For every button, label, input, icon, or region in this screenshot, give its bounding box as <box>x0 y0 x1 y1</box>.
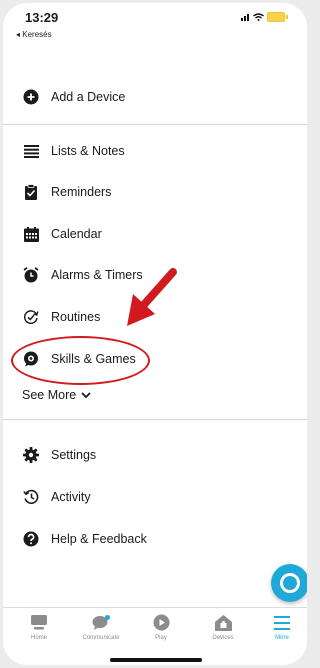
menu-item-lists-notes[interactable]: Lists & Notes <box>3 134 307 168</box>
menu-item-add-device[interactable]: Add a Device <box>3 80 307 114</box>
see-more-label: See More <box>22 388 77 402</box>
annotation-arrow-icon <box>127 268 177 326</box>
clipboard-check-icon <box>23 184 39 200</box>
menu-item-label: Add a Device <box>51 90 126 104</box>
menu-item-label: Lists & Notes <box>51 144 125 158</box>
menu-item-calendar[interactable]: Calendar <box>3 217 307 251</box>
tab-communicate[interactable]: Communicate <box>71 614 131 641</box>
home-tab-icon <box>9 614 69 631</box>
divider <box>3 124 307 125</box>
menu-item-settings[interactable]: Settings <box>3 438 307 472</box>
menu-item-label: Calendar <box>51 227 102 241</box>
question-circle-icon <box>23 531 39 547</box>
routines-icon <box>23 309 39 325</box>
plus-circle-icon <box>23 89 39 105</box>
chevron-down-icon <box>81 391 91 398</box>
list-icon <box>23 143 39 159</box>
menu-item-label: Help & Feedback <box>51 532 147 546</box>
hamburger-menu-icon <box>257 614 307 631</box>
menu-item-reminders[interactable]: Reminders <box>3 175 307 209</box>
tab-label: Devices <box>212 635 234 641</box>
tab-more[interactable]: More <box>257 614 307 641</box>
divider <box>3 419 307 420</box>
menu-item-activity[interactable]: Activity <box>3 480 307 514</box>
tab-label: Play <box>155 635 167 641</box>
clock: 13:29 <box>25 10 59 25</box>
alarm-clock-icon <box>23 267 39 283</box>
calendar-icon <box>23 226 39 242</box>
bottom-tab-bar: Home Communicate Play Devices More <box>3 607 307 648</box>
back-to-search-link[interactable]: ◂ Keresés <box>16 30 52 39</box>
status-bar: 13:29 ◂ Keresés <box>3 3 307 43</box>
play-icon <box>131 614 191 631</box>
system-indicators <box>241 12 288 22</box>
wifi-icon <box>253 13 264 21</box>
menu-item-help-feedback[interactable]: Help & Feedback <box>3 522 307 556</box>
alexa-voice-button[interactable] <box>271 564 307 602</box>
menu-item-label: Settings <box>51 448 97 462</box>
tab-devices[interactable]: Devices <box>193 614 253 641</box>
tab-play[interactable]: Play <box>131 614 191 641</box>
battery-icon <box>267 12 288 22</box>
tab-label: More <box>275 635 289 641</box>
menu-item-label: Activity <box>51 490 91 504</box>
menu-item-label: Routines <box>51 310 101 324</box>
tab-label: Communicate <box>82 635 120 641</box>
tab-home[interactable]: Home <box>9 614 69 641</box>
menu-item-label: Reminders <box>51 185 112 199</box>
tab-label: Home <box>30 635 47 641</box>
alexa-icon <box>280 573 300 593</box>
chat-bubble-icon <box>71 614 131 631</box>
gear-icon <box>23 447 39 463</box>
devices-home-icon <box>193 614 253 631</box>
signal-icon <box>241 13 250 21</box>
see-more-toggle[interactable]: See More <box>22 388 91 402</box>
home-indicator <box>110 658 202 662</box>
phone-screen: 13:29 ◂ Keresés Add a Device Lists & Not… <box>3 3 307 665</box>
history-icon <box>23 489 39 505</box>
annotation-highlight-circle <box>11 336 150 385</box>
